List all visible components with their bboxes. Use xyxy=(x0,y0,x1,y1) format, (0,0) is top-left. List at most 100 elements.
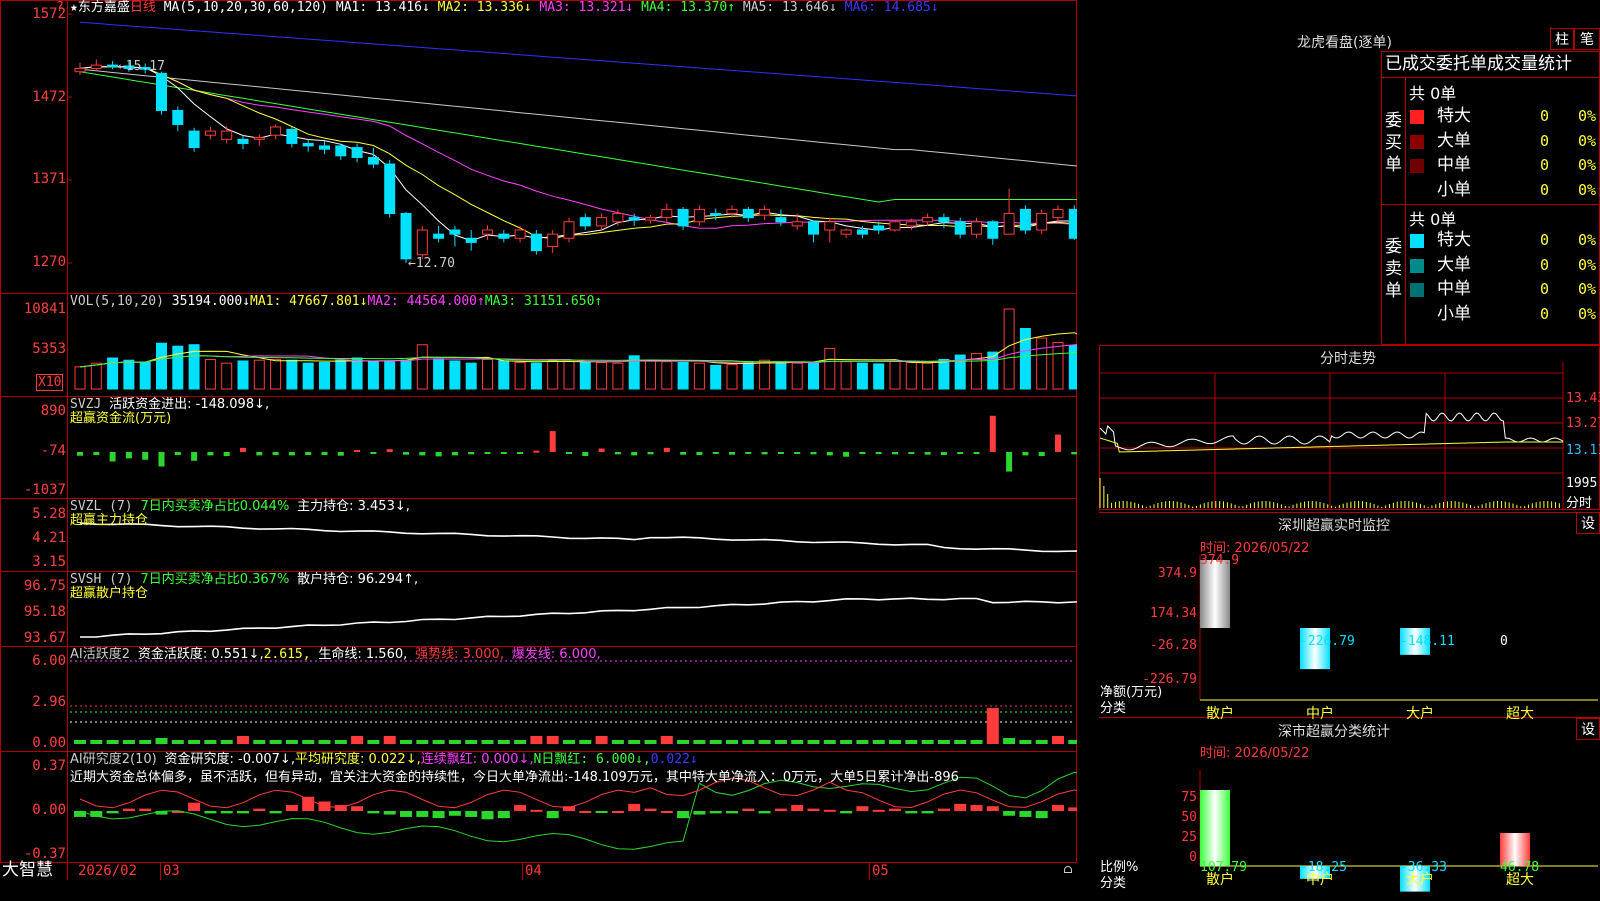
volume-bar xyxy=(596,361,608,390)
volume-bar xyxy=(661,361,673,390)
sell-row-name: 中单 xyxy=(1437,279,1471,299)
volume-bar xyxy=(465,362,477,390)
volume-bar xyxy=(156,342,167,390)
svzj-bar xyxy=(337,452,344,456)
candle-body xyxy=(775,217,787,223)
volume-bar xyxy=(1036,337,1048,390)
svzj-bar xyxy=(1038,452,1045,457)
active-bar xyxy=(465,740,478,744)
active-bar xyxy=(334,740,347,744)
candle-body xyxy=(1052,208,1064,219)
candle-body xyxy=(156,72,167,111)
ma3-value: MA3: 13.321↓ xyxy=(539,0,634,15)
active-bar xyxy=(709,740,722,744)
candle-body xyxy=(873,225,885,231)
ai-active-t3: 生命线: 1.560, xyxy=(318,647,408,662)
volume-bar xyxy=(677,361,689,390)
tick-view-button[interactable]: 笔 xyxy=(1574,28,1600,50)
svzj-bar xyxy=(256,452,263,456)
volume-bar xyxy=(335,359,347,390)
research-bar xyxy=(1035,811,1048,819)
volume-bar xyxy=(1052,342,1064,390)
volume-bar xyxy=(384,361,396,390)
candle-body xyxy=(856,229,868,235)
active-bar xyxy=(791,740,804,744)
research-bar xyxy=(644,808,657,811)
monitor-category-label: 大户 xyxy=(1406,706,1434,722)
svzj-bar xyxy=(729,452,735,455)
monitor-value-label: 374.9 xyxy=(1200,553,1240,568)
svzl-line xyxy=(79,522,1077,553)
stock-name: 东方嘉盛 xyxy=(77,0,130,15)
monitor-value-label: -148.11 xyxy=(1400,634,1455,649)
svzj-bar xyxy=(696,452,703,456)
active-bar xyxy=(660,736,673,744)
sell-color-swatch xyxy=(1410,283,1424,297)
active-bar xyxy=(823,740,836,744)
dragon-col-divider xyxy=(1405,77,1406,345)
research-bar xyxy=(905,811,918,814)
research-bar xyxy=(709,811,722,814)
volume-bar xyxy=(922,362,934,390)
volume-bar xyxy=(1003,308,1015,390)
active-bar xyxy=(497,740,510,744)
main-chart-canvas[interactable] xyxy=(0,0,1077,880)
classify-value-label: -18.25 xyxy=(1300,860,1347,875)
vol-label: VOL(5,10,20) xyxy=(70,294,164,309)
high-price-value: 15.17 xyxy=(125,59,165,74)
volume-bar xyxy=(319,361,330,390)
column-view-button[interactable]: 柱 xyxy=(1550,28,1574,50)
svzj-bar xyxy=(468,452,475,455)
svzj-bar xyxy=(517,452,524,455)
candle-body xyxy=(840,229,852,235)
monitor-value-label: 0 xyxy=(1500,634,1508,649)
svzj-bar xyxy=(142,452,149,460)
svzj-bar xyxy=(354,449,361,452)
svzj-bar xyxy=(1055,434,1061,452)
classify-settings-button[interactable]: 设 xyxy=(1576,718,1600,740)
period-label[interactable]: 日线 xyxy=(130,0,156,15)
candle-body xyxy=(1003,213,1015,235)
research-bar xyxy=(220,811,233,814)
buy-row-pct: 0% xyxy=(1578,107,1597,125)
research-bar xyxy=(970,805,983,811)
research-bar xyxy=(628,803,641,811)
candle-body xyxy=(791,221,803,227)
candle-body xyxy=(253,137,265,140)
monitor-category-label: 散户 xyxy=(1206,706,1234,722)
monitor-y-label: 174.34 xyxy=(1150,606,1197,621)
candle-body xyxy=(530,233,542,252)
svzl-name: SVZL (7) xyxy=(70,499,133,514)
star-icon[interactable]: ★ xyxy=(70,0,78,15)
svsh-text2: 散户持仓: 96.294↑, xyxy=(297,572,419,587)
monitor-title: 深圳超赢实时监控 xyxy=(1278,518,1390,534)
volume-bar xyxy=(808,361,819,390)
classify-time: 时间: 2026/05/22 xyxy=(1200,746,1310,761)
active-bar xyxy=(155,738,168,744)
ma-label: MA(5,10,20,30,60,120) xyxy=(163,0,329,15)
svzj-bar xyxy=(370,452,377,454)
classify-value-label: 46.78 xyxy=(1500,860,1540,875)
svzj-bar xyxy=(435,452,442,457)
classify-value-label: 107.79 xyxy=(1200,860,1247,875)
ai-active-t4: 强势线: 3.000, xyxy=(415,647,504,662)
classify-value-label: -36.33 xyxy=(1400,860,1447,875)
brand-logo[interactable]: 大智慧 xyxy=(2,861,53,880)
high-price-mark: ←15.17 xyxy=(118,59,165,74)
ma2-value: MA2: 13.336↓ xyxy=(437,0,532,15)
dragon-title: 龙虎看盘(逐单) xyxy=(1297,35,1392,51)
research-bar xyxy=(986,806,999,811)
research-bar xyxy=(1003,811,1016,816)
svzj-bar xyxy=(549,431,556,452)
price-y-label: 1572 xyxy=(32,6,66,22)
research-bar xyxy=(677,811,690,819)
intraday-panel[interactable] xyxy=(1099,345,1600,510)
volume-bar xyxy=(498,360,510,390)
monitor-settings-button[interactable]: 设 xyxy=(1576,512,1600,534)
lock-icon[interactable] xyxy=(1064,866,1072,873)
active-bar xyxy=(595,736,608,744)
svzj-bar xyxy=(647,452,654,455)
intraday-vol-label: 1995 xyxy=(1566,476,1598,491)
volume-bar xyxy=(710,364,722,390)
low-price-mark: ←12.70 xyxy=(408,256,455,271)
